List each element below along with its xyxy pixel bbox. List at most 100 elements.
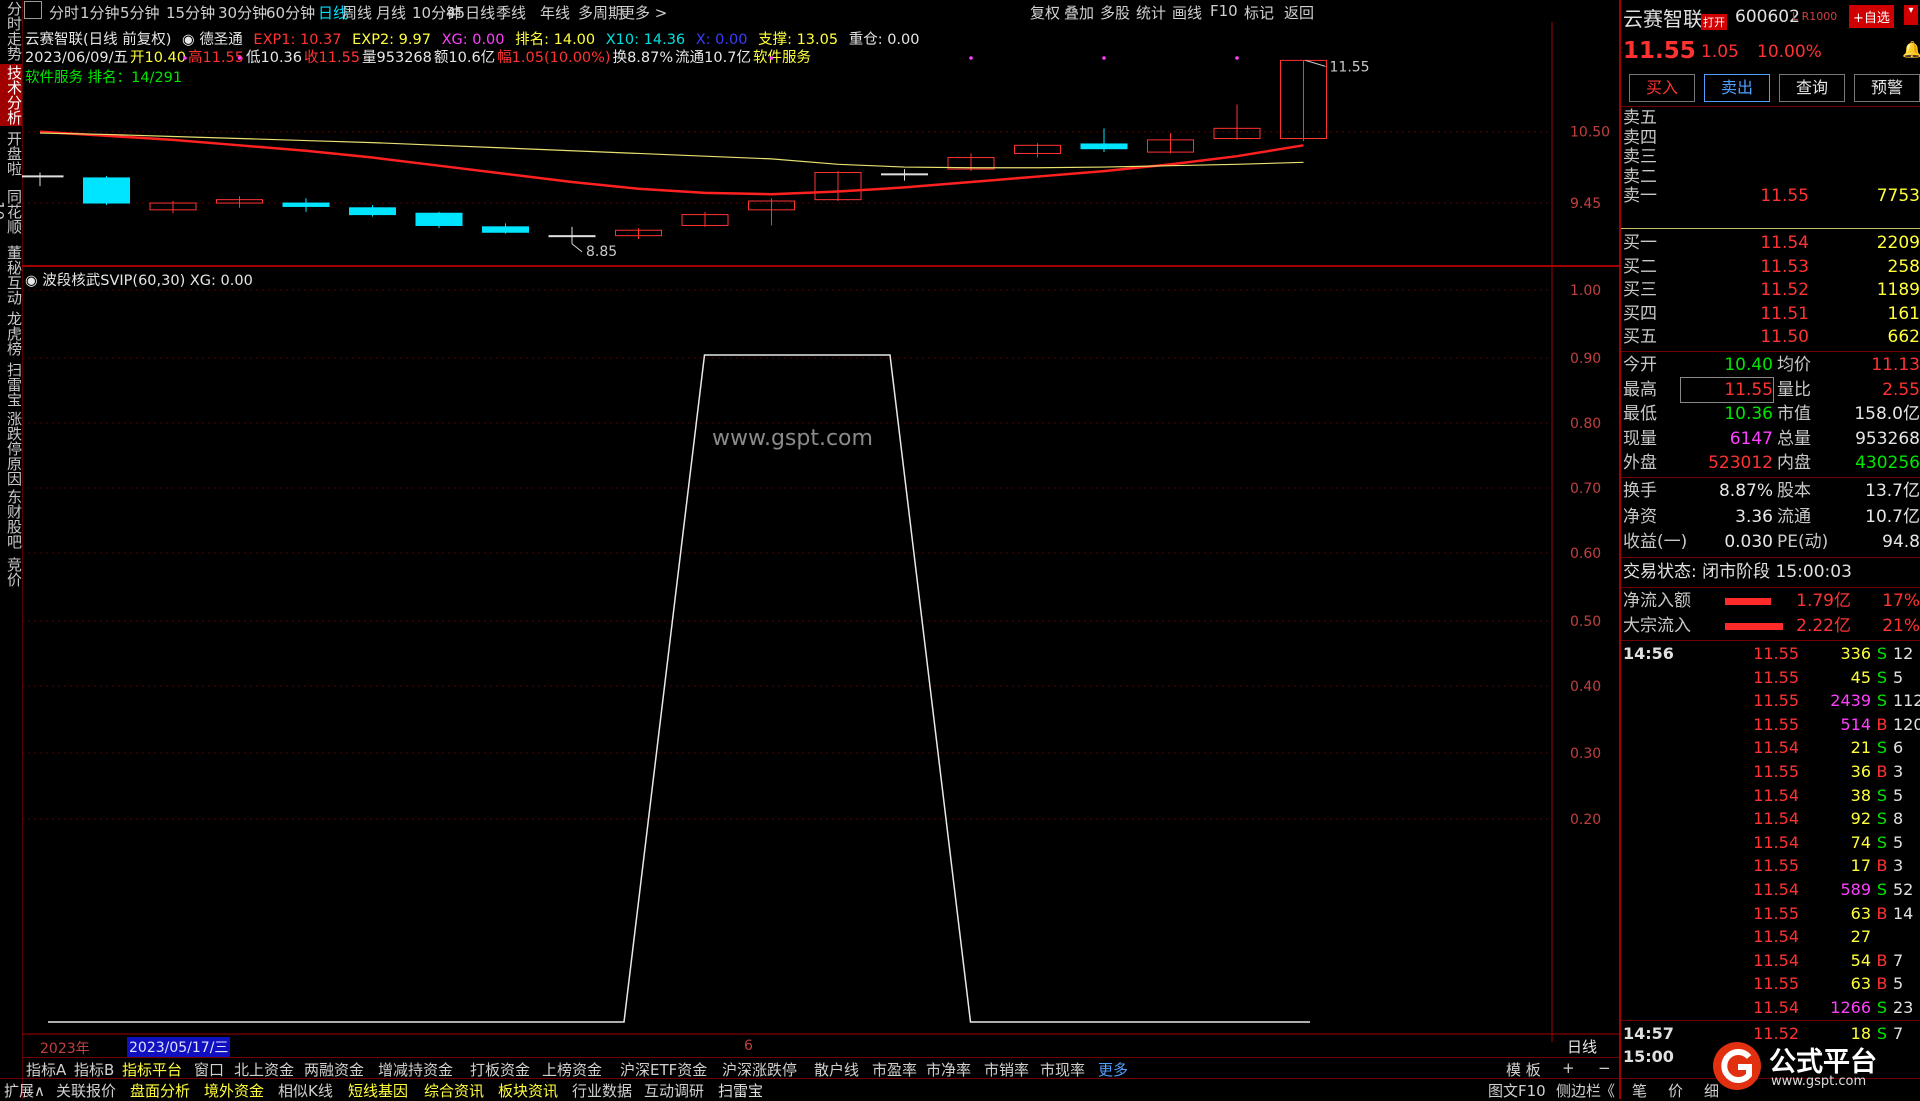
tick-row[interactable]: 11.54 27 [1621,925,1920,948]
ext-tab-10[interactable]: 扫雷宝 [718,1080,763,1101]
period-tab-12[interactable]: 年线 [540,2,570,23]
period-tab-7[interactable]: 周线 [342,2,372,23]
left-nav-tab-1[interactable]: 技术分析 [0,64,23,126]
left-nav-tab-6[interactable]: 扫雷宝 [0,360,23,408]
ask-row[interactable]: 卖一 11.55 7753 [1621,186,1920,206]
kline-chart-area[interactable]: 云赛智联(日线 前复权) ◉ 德圣通 EXP1: 10.37 EXP2: 9.9… [22,22,1619,1057]
left-nav-tab-2[interactable]: 开盘啦 [0,128,23,178]
indicator-tab-9[interactable]: 沪深ETF资金 [620,1059,707,1080]
indicator-tab-13[interactable]: 市净率 [926,1059,971,1080]
left-nav-tab-8[interactable]: 东财股吧 [0,488,23,550]
tick-row[interactable]: 11.54 589 S 52 [1621,878,1920,901]
tick-row[interactable]: 11.55 17 B 3 [1621,854,1920,877]
ask-row[interactable]: 卖三 [1621,147,1920,167]
bid-row[interactable]: 买四 11.51 161 [1621,303,1920,325]
tick-row[interactable]: 11.55 63 B 5 [1621,972,1920,995]
template-control-0[interactable]: 模 板 [1506,1059,1541,1080]
ext-tab-7[interactable]: 板块资讯 [498,1080,558,1101]
ext-tab-9[interactable]: 互动调研 [644,1080,704,1101]
bid-row[interactable]: 买三 11.52 1189 [1621,279,1920,301]
period-tab-3[interactable]: 15分钟 [166,2,215,23]
sidebar-control-2[interactable]: 《 [1600,1080,1615,1101]
panel-toggle-icon[interactable] [24,1,42,19]
ext-tab-5[interactable]: 短线基因 [348,1080,408,1101]
ext-tab-0[interactable]: 扩展∧ [4,1080,45,1101]
toolbar-action-1[interactable]: 叠加 [1064,2,1094,23]
bid-row[interactable]: 买五 11.50 662 [1621,326,1920,348]
toolbar-action-3[interactable]: 统计 [1136,2,1166,23]
indicator-tab-5[interactable]: 两融资金 [304,1059,364,1080]
tick-row[interactable]: 11.55 2439 S 112 [1621,689,1920,712]
left-nav-tab-4[interactable]: 董秘互动 [0,244,23,306]
toolbar-action-2[interactable]: 多股 [1100,2,1130,23]
indicator-tab-14[interactable]: 市销率 [984,1059,1029,1080]
period-tab-10[interactable]: 45日线 [446,2,495,23]
template-control-2[interactable]: − [1598,1059,1611,1077]
sell-button[interactable]: 卖出 [1704,74,1770,102]
tick-row[interactable]: 11.55 36 B 3 [1621,760,1920,783]
indicator-tab-4[interactable]: 北上资金 [234,1059,294,1080]
left-nav-tab-5[interactable]: 龙虎榜 [0,308,23,358]
bid-row[interactable]: 买一 11.54 2209 [1621,232,1920,254]
toolbar-action-0[interactable]: 复权 [1030,2,1060,23]
tick-row[interactable]: 11.55 336 S 12 [1621,642,1920,665]
ext-tab-3[interactable]: 境外资金 [204,1080,264,1101]
left-nav-tab-7[interactable]: 涨跌停原因 [0,410,23,486]
ask-row[interactable]: 卖四 [1621,128,1920,148]
period-tab-13[interactable]: 多周期 [578,2,623,23]
period-tab-4[interactable]: 30分钟 [218,2,267,23]
indicator-tab-11[interactable]: 散户线 [814,1059,859,1080]
indicator-tab-6[interactable]: 增减持资金 [378,1059,453,1080]
toolbar-action-5[interactable]: F10 [1210,2,1238,20]
indicator-tab-2[interactable]: 指标平台 [122,1059,182,1080]
sidebar-control-1[interactable]: 侧边栏 [1556,1080,1601,1101]
buy-button[interactable]: 买入 [1629,74,1695,102]
ask-row[interactable]: 卖二 [1621,167,1920,187]
tick-row[interactable]: 11.55 514 B 120 [1621,713,1920,736]
left-nav-tab-0[interactable]: 分时走势 [0,0,23,62]
tick-row[interactable]: 11.55 45 S 5 [1621,666,1920,689]
period-tab-0[interactable]: 分时 [49,2,79,23]
indicator-tab-1[interactable]: 指标B [74,1059,114,1080]
left-nav-tab-9[interactable]: 竞价 [0,552,23,592]
tick-row[interactable]: 11.54 74 S 5 [1621,831,1920,854]
toolbar-action-7[interactable]: 返回 [1284,2,1314,23]
query-button[interactable]: 查询 [1779,74,1845,102]
ask-row[interactable]: 卖五 [1621,108,1920,128]
indicator-tab-7[interactable]: 打板资金 [470,1059,530,1080]
period-tab-1[interactable]: 1分钟 [80,2,120,23]
period-tab-11[interactable]: 季线 [496,2,526,23]
period-tab-5[interactable]: 60分钟 [266,2,315,23]
tick-row[interactable]: 11.54 21 S 6 [1621,736,1920,759]
menu-icon[interactable]: ▾ [1904,5,1918,25]
tick-row[interactable]: 11.54 38 S 5 [1621,784,1920,807]
toolbar-action-6[interactable]: 标记 [1244,2,1274,23]
period-tab-8[interactable]: 月线 [376,2,406,23]
tick-row[interactable]: 11.55 63 B 14 [1621,902,1920,925]
ext-tab-6[interactable]: 综合资讯 [424,1080,484,1101]
add-favorite-button[interactable]: +自选 [1849,5,1894,28]
indicator-tab-16[interactable]: 更多 [1098,1059,1128,1080]
tick-row[interactable]: 11.54 54 B 7 [1621,949,1920,972]
toolbar-action-4[interactable]: 画线 [1172,2,1202,23]
indicator-tab-15[interactable]: 市现率 [1040,1059,1085,1080]
sidebar-control-0[interactable]: 图文F10 [1488,1080,1546,1101]
tick-row[interactable]: 11.54 92 S 8 [1621,807,1920,830]
period-tab-2[interactable]: 5分钟 [120,2,160,23]
bell-icon[interactable]: 🔔 [1902,40,1920,59]
ext-tab-2[interactable]: 盘面分析 [130,1080,190,1101]
ext-tab-8[interactable]: 行业数据 [572,1080,632,1101]
period-tab-14[interactable]: 更多 > [620,2,667,23]
ext-tab-1[interactable]: 关联报价 [56,1080,116,1101]
tick-row[interactable]: 11.54 1266 S 23 [1621,996,1920,1019]
indicator-tab-8[interactable]: 上榜资金 [542,1059,602,1080]
indicator-tab-10[interactable]: 沪深涨跌停 [722,1059,797,1080]
ext-tab-4[interactable]: 相似K线 [278,1080,333,1101]
indicator-tab-12[interactable]: 市盈率 [872,1059,917,1080]
bid-row[interactable]: 买二 11.53 258 [1621,256,1920,278]
left-nav-tab-3[interactable]: 同花顺10 [0,180,23,242]
indicator-tab-3[interactable]: 窗口 [194,1059,224,1080]
alert-button[interactable]: 预警 [1854,74,1920,102]
template-control-1[interactable]: + [1562,1059,1575,1077]
indicator-tab-0[interactable]: 指标A [26,1059,66,1080]
